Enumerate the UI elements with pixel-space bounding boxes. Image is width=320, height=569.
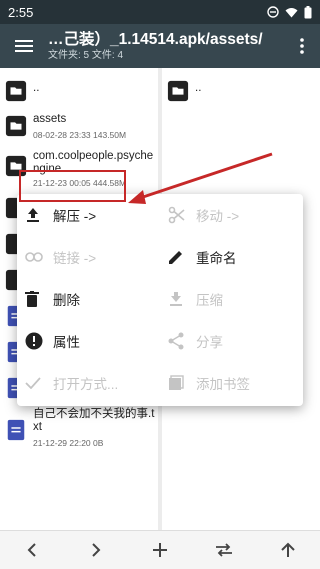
hamburger-menu-icon[interactable] [0,24,48,68]
text-file-icon [4,418,28,442]
rename-icon [160,249,196,265]
context-menu: 解压 -> 移动 -> 链接 -> 重命名 删除 压缩 属性 分享 打开方式..… [17,194,303,406]
menu-item-open-with[interactable]: 打开方式... [17,362,160,404]
menu-item-label: 打开方式... [53,377,119,392]
swap-icon[interactable] [204,531,244,569]
menu-item-label: 属性 [53,335,80,350]
annotation-highlight-box [19,170,126,202]
menu-item-label: 删除 [53,293,80,308]
folder-icon [166,79,190,103]
menu-item-add-bookmark[interactable]: 添加书签 [160,362,303,404]
add-icon[interactable] [140,531,180,569]
folder-icon [4,114,28,138]
file-meta: 21-12-29 22:20 0B [33,438,104,448]
app-toolbar: …己装）_1.14514.apk/assets/ 文件夹: 5 文件: 4 [0,24,320,68]
file-row-assets[interactable]: assets 08-02-28 23:33 143.50M [0,110,158,146]
toolbar-path-title: …己装）_1.14514.apk/assets/ [48,30,263,48]
folder-icon [4,79,28,103]
file-row-parent[interactable]: .. [0,76,158,106]
do-not-disturb-icon [267,6,279,18]
status-time: 2:55 [8,4,34,20]
up-icon[interactable] [268,531,308,569]
wifi-icon [285,7,298,18]
file-meta: 08-02-28 23:33 143.50M [33,130,127,140]
menu-item-label: 分享 [196,335,223,350]
toolbar-subtitle: 文件夹: 5 文件: 4 [48,49,124,61]
bottom-navigation-bar [0,530,320,569]
compress-icon [160,291,196,307]
forward-icon[interactable] [76,531,116,569]
file-name: .. [195,82,202,94]
open-with-icon [17,377,53,389]
menu-item-label: 移动 -> [196,209,240,224]
menu-item-delete[interactable]: 删除 [17,278,160,320]
link-icon [17,252,53,262]
menu-item-share[interactable]: 分享 [160,320,303,362]
bookmark-icon [160,375,196,391]
file-name: 自己不会加不关我的事.txt [33,408,155,433]
more-options-icon[interactable] [284,24,320,68]
file-name: assets [33,113,67,125]
cut-icon [160,206,196,224]
menu-item-link[interactable]: 链接 -> [17,236,160,278]
menu-item-label: 压缩 [196,293,223,308]
menu-item-move[interactable]: 移动 -> [160,194,303,236]
battery-icon [304,5,312,19]
file-name: .. [33,82,40,94]
menu-item-label: 添加书签 [196,377,250,392]
menu-item-rename[interactable]: 重命名 [160,236,303,278]
info-icon [17,332,53,350]
menu-item-label: 重命名 [196,251,237,266]
menu-item-properties[interactable]: 属性 [17,320,160,362]
menu-item-compress[interactable]: 压缩 [160,278,303,320]
file-row-txt[interactable]: 自己不会加不关我的事.txt 21-12-29 22:20 0B [0,406,158,454]
status-bar: 2:55 [0,0,320,24]
menu-item-label: 解压 -> [53,209,97,224]
unzip-icon [17,207,53,223]
back-icon[interactable] [12,531,52,569]
share-icon [160,332,196,350]
delete-icon [17,291,53,307]
menu-item-label: 链接 -> [53,251,97,266]
file-row-parent[interactable]: .. [162,76,320,106]
